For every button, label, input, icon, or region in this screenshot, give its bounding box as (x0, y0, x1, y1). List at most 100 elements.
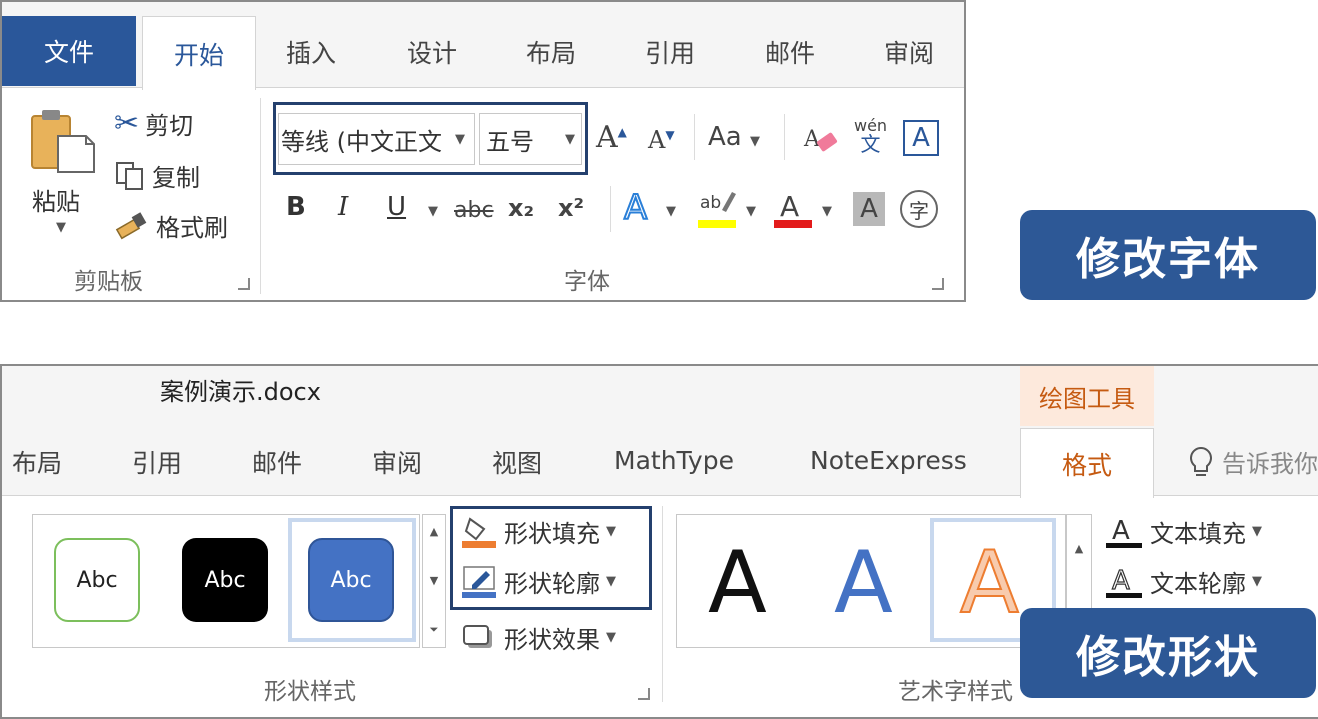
text-fill-button[interactable]: A 文本填充 ▼ (1106, 514, 1262, 549)
tab-file[interactable]: 文件 (2, 16, 136, 86)
underline-dropdown-arrow[interactable]: ▼ (428, 204, 438, 219)
italic-button[interactable]: I (338, 192, 348, 222)
tell-me-search[interactable]: 告诉我你 (1188, 444, 1318, 479)
grow-font-button[interactable]: A▲ (596, 120, 627, 155)
cut-button[interactable]: ✂ 剪切 (114, 106, 193, 141)
tab-noteexpress[interactable]: NoteExpress (810, 446, 967, 475)
shape-style-option-selected[interactable]: Abc (308, 538, 394, 622)
gallery-scroll[interactable]: ▲ ▼ ⏷ (422, 514, 446, 648)
shape-outline-button[interactable]: 形状轮廓 ▼ (462, 564, 616, 599)
lightbulb-icon (1190, 446, 1212, 476)
gallery-down-arrow[interactable]: ▼ (430, 574, 438, 587)
chevron-down-icon[interactable]: ▼ (1252, 574, 1262, 589)
tab-mailings[interactable]: 邮件 (252, 444, 302, 480)
shrink-font-button[interactable]: A▼ (648, 126, 675, 154)
font-divider (784, 114, 785, 160)
character-shading-button[interactable]: A (853, 192, 885, 226)
clipboard-group-label: 剪贴板 (74, 269, 143, 295)
scissors-icon: ✂ (114, 106, 140, 141)
paste-dropdown-arrow[interactable]: ▼ (56, 220, 66, 235)
pencil-outline-icon (462, 565, 496, 598)
enclosed-char-border-button[interactable]: A (903, 120, 939, 156)
chevron-down-icon[interactable]: ▼ (606, 524, 616, 539)
shape-styles-launcher[interactable] (638, 688, 650, 700)
tab-references[interactable]: 引用 (132, 444, 182, 480)
format-painter-button[interactable]: 格式刷 (114, 208, 228, 243)
shape-effects-icon (463, 624, 492, 648)
wordart-option[interactable]: A (834, 540, 893, 626)
wordart-option-selected[interactable]: A (959, 539, 1020, 627)
clipboard-launcher[interactable] (238, 278, 250, 290)
shape-style-option[interactable]: Abc (54, 538, 140, 622)
font-size-combobox[interactable]: 五号 ▼ (479, 113, 582, 165)
highlight-dropdown-arrow[interactable]: ▼ (746, 204, 756, 219)
text-outline-button[interactable]: A 文本轮廓 ▼ (1106, 564, 1262, 599)
copy-icon (116, 161, 143, 190)
gallery-up-arrow[interactable]: ▲ (430, 525, 438, 538)
format-painter-icon (115, 211, 147, 239)
shape-effects-label: 形状效果 (504, 626, 600, 654)
tab-home[interactable]: 开始 (142, 16, 256, 90)
text-effects-dropdown-arrow[interactable]: ▼ (666, 204, 676, 219)
chevron-down-icon[interactable]: ▼ (1252, 524, 1262, 539)
chevron-down-icon[interactable]: ▼ (455, 132, 465, 147)
tab-review[interactable]: 审阅 (884, 34, 934, 70)
shape-style-option[interactable]: Abc (182, 538, 268, 622)
change-case-button[interactable]: Aa ▼ (708, 122, 760, 152)
format-painter-label: 格式刷 (156, 214, 228, 242)
group-divider (662, 506, 663, 702)
shape-fill-button[interactable]: 形状填充 ▼ (462, 514, 616, 549)
clear-formatting-button[interactable]: A (802, 120, 842, 164)
copy-button[interactable]: 复制 (114, 158, 200, 193)
font-launcher[interactable] (932, 278, 944, 290)
tab-mathtype[interactable]: MathType (614, 446, 734, 475)
text-effects-button[interactable]: A (623, 187, 648, 229)
font-name-combobox[interactable]: 等线 (中文正文 ▼ (278, 113, 475, 165)
chevron-down-icon[interactable]: ▼ (565, 132, 575, 147)
chevron-down-icon[interactable]: ▼ (606, 630, 616, 645)
group-divider (260, 98, 261, 294)
font-divider (694, 114, 695, 160)
bold-button[interactable]: B (286, 192, 306, 222)
font-color-dropdown-arrow[interactable]: ▼ (822, 204, 832, 219)
cut-label: 剪切 (145, 112, 194, 140)
phonetic-guide-button[interactable]: wén 文 (854, 118, 887, 155)
tab-mailings[interactable]: 邮件 (765, 34, 815, 70)
superscript-button[interactable]: x² (558, 194, 584, 222)
tab-format[interactable]: 格式 (1020, 428, 1154, 498)
strikethrough-button[interactable]: abc (454, 198, 494, 223)
tab-layout[interactable]: 布局 (12, 444, 62, 480)
highlight-button[interactable]: ab (698, 188, 738, 234)
wordart-up-arrow[interactable]: ▲ (1075, 542, 1083, 555)
svg-text:A: A (1112, 516, 1130, 546)
tab-view[interactable]: 视图 (492, 444, 542, 480)
font-divider (610, 186, 611, 232)
font-size-value: 五号 (486, 127, 534, 156)
tab-design[interactable]: 设计 (407, 34, 457, 70)
enclose-characters-button[interactable]: 字 (900, 190, 938, 228)
chevron-down-icon[interactable]: ▼ (606, 574, 616, 589)
paste-button[interactable] (28, 106, 98, 180)
paste-label: 粘贴 (32, 188, 80, 216)
font-color-button[interactable]: A (774, 188, 814, 234)
shape-outline-label: 形状轮廓 (504, 570, 600, 598)
svg-text:ab: ab (700, 193, 721, 213)
underline-button[interactable]: U (387, 192, 406, 222)
font-name-value: 等线 (中文正文 (281, 127, 442, 156)
document-title: 案例演示.docx (160, 378, 321, 406)
subscript-button[interactable]: x₂ (508, 194, 534, 222)
gallery-more-arrow[interactable]: ⏷ (430, 623, 439, 637)
tell-me-label: 告诉我你 (1222, 450, 1318, 478)
drawing-tools-context-label: 绘图工具 (1020, 366, 1154, 426)
tab-review[interactable]: 审阅 (372, 444, 422, 480)
wordart-option[interactable]: A (708, 540, 767, 626)
font-color-icon: A (774, 190, 812, 228)
badge-modify-font: 修改字体 (1020, 210, 1316, 300)
tab-layout[interactable]: 布局 (526, 34, 576, 70)
shape-effects-button[interactable]: 形状效果 ▼ (462, 620, 616, 655)
shape-styles-group-label: 形状样式 (264, 679, 356, 705)
tab-references[interactable]: 引用 (645, 34, 695, 70)
tab-insert[interactable]: 插入 (286, 34, 336, 70)
paint-bucket-icon (462, 516, 496, 548)
paste-icon (31, 110, 95, 173)
